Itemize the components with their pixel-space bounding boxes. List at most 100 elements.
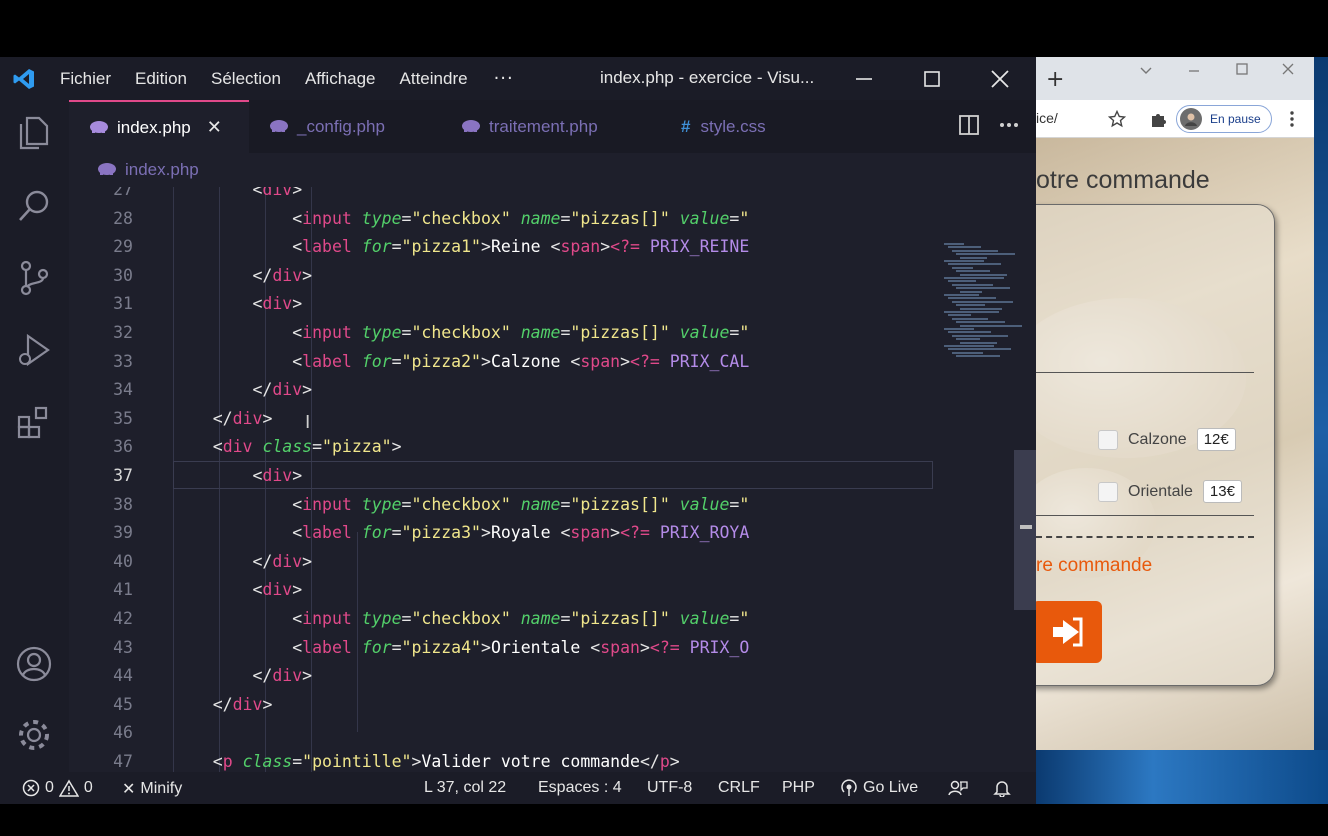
notifications-bell-icon[interactable] (993, 779, 1011, 797)
code-line[interactable]: 31 <div> (69, 290, 933, 319)
tab-search-chevron-icon[interactable] (1140, 63, 1152, 79)
tab-config-php[interactable]: _config.php (249, 100, 441, 153)
line-number: 45 (113, 694, 133, 714)
encoding-status[interactable]: UTF-8 (647, 779, 692, 797)
browser-minimize-icon[interactable] (1188, 63, 1200, 79)
editor-actions (958, 114, 1020, 136)
line-number: 30 (113, 265, 133, 285)
code-line[interactable]: 39 <label for="pizza3">Royale <span><?= … (69, 519, 933, 548)
minimap-line (948, 280, 976, 283)
code-text: </div> (252, 666, 313, 686)
code-line[interactable]: 32 <input type="checkbox" name="pizzas[]… (69, 319, 933, 348)
code-line[interactable]: 27 <div> (69, 187, 933, 205)
search-icon[interactable] (14, 186, 54, 226)
tab-label: traitement.php (489, 116, 598, 136)
line-number: 39 (113, 523, 133, 543)
new-tab-icon[interactable]: + (1046, 67, 1064, 92)
maximize-button[interactable] (900, 57, 964, 100)
php-elephant-icon (269, 117, 289, 137)
minimap-line (956, 355, 1000, 358)
menu-fichier[interactable]: Fichier (48, 69, 123, 89)
code-line[interactable]: 28 <input type="checkbox" name="pizzas[]… (69, 205, 933, 234)
code-line[interactable]: 34 </div> (69, 376, 933, 405)
line-number: 28 (113, 208, 133, 228)
tab-traitement-php[interactable]: traitement.php (441, 100, 661, 153)
browser-maximize-icon[interactable] (1236, 63, 1248, 79)
close-tab-icon[interactable]: ✕ (207, 117, 222, 138)
code-line[interactable]: 36 <div class="pizza"> (69, 433, 933, 462)
explorer-icon[interactable] (14, 112, 54, 152)
browser-menu-icon[interactable] (1288, 110, 1296, 128)
code-text: </div> (252, 265, 313, 285)
submit-order-button[interactable] (1036, 601, 1102, 663)
minimap-line (956, 287, 1010, 290)
code-line[interactable]: 33 <label for="pizza2">Calzone <span><?=… (69, 348, 933, 377)
browser-close-icon[interactable] (1282, 63, 1294, 79)
profile-paused-button[interactable]: En pause (1176, 105, 1272, 133)
tab-index-php[interactable]: index.php ✕ (69, 100, 249, 153)
code-line[interactable]: 41 <div> (69, 576, 933, 605)
code-line[interactable]: 44 </div> (69, 662, 933, 691)
code-line[interactable]: 37 <div> (69, 462, 933, 491)
calzone-checkbox[interactable] (1098, 429, 1118, 450)
cursor-position[interactable]: L 37, col 22 (424, 779, 506, 797)
menu-more-button[interactable]: ··· (480, 68, 528, 89)
code-text: <div> (252, 466, 303, 485)
code-line[interactable]: 42 <input type="checkbox" name="pizzas[]… (69, 605, 933, 634)
more-actions-icon[interactable] (998, 114, 1020, 136)
language-status[interactable]: PHP (782, 779, 815, 797)
go-live-button[interactable]: Go Live (840, 779, 918, 797)
breadcrumb[interactable]: index.php (69, 153, 1036, 187)
menu-atteindre[interactable]: Atteindre (388, 69, 480, 89)
code-line[interactable]: 47 <p class="pointille">Valider votre co… (69, 748, 933, 772)
code-text: <label for="pizza2">Calzone <span><?= PR… (292, 351, 750, 371)
run-debug-icon[interactable] (14, 330, 54, 370)
mouse-ibeam-cursor: I (305, 412, 311, 433)
code-text: </div> (212, 408, 273, 428)
scrollbar-position-marker (1020, 525, 1032, 529)
problems-status[interactable]: 0 0 (22, 779, 93, 797)
php-elephant-icon (461, 117, 481, 137)
address-bar[interactable]: ice/ (1036, 110, 1058, 126)
menu-edition[interactable]: Edition (123, 69, 199, 89)
pizza-option-orientale: Orientale 13€ (1098, 480, 1242, 503)
code-line[interactable]: 38 <input type="checkbox" name="pizzas[]… (69, 491, 933, 520)
account-icon[interactable] (14, 644, 54, 684)
minimap-line (952, 334, 1008, 337)
minimap[interactable] (940, 243, 1022, 363)
code-editor[interactable]: 27 <div> 28 <input type="checkbox" name="… (69, 187, 933, 772)
feedback-icon[interactable] (948, 779, 968, 797)
tab-style-css[interactable]: # style.css (661, 100, 841, 153)
editor-scrollbar[interactable] (1014, 450, 1036, 610)
code-line[interactable]: 29 <label for="pizza1">Reine <span><?= P… (69, 233, 933, 262)
status-bar: 0 0 ✕ Minify L 37, col 22 Espaces : 4 UT… (0, 772, 1036, 804)
form-title: otre commande (1036, 166, 1210, 194)
line-number: 29 (113, 237, 133, 257)
minimize-button[interactable] (832, 57, 896, 100)
minimap-line (948, 246, 981, 249)
code-text: </div> (252, 551, 313, 571)
code-line[interactable]: 46 (69, 719, 933, 748)
indentation-status[interactable]: Espaces : 4 (538, 779, 622, 797)
split-editor-icon[interactable] (958, 114, 980, 136)
close-window-button[interactable] (968, 57, 1032, 100)
code-line[interactable]: 43 <label for="pizza4">Orientale <span><… (69, 634, 933, 663)
code-text: <input type="checkbox" name="pizzas[]" v… (292, 609, 750, 628)
line-number: 40 (113, 551, 133, 571)
orientale-checkbox[interactable] (1098, 481, 1118, 502)
settings-gear-icon[interactable] (14, 715, 54, 755)
code-line[interactable]: 35 </div> (69, 405, 933, 434)
source-control-icon[interactable] (14, 258, 54, 298)
minimap-line (944, 328, 974, 330)
code-line[interactable]: 45 </div> (69, 691, 933, 720)
menu-selection[interactable]: Sélection (199, 69, 293, 89)
eol-status[interactable]: CRLF (718, 779, 760, 797)
code-line[interactable]: 40 </div> (69, 548, 933, 577)
code-line[interactable]: 30 </div> (69, 262, 933, 291)
minimap-line (956, 321, 1005, 324)
extensions-puzzle-icon[interactable] (1149, 110, 1167, 128)
bookmark-star-icon[interactable] (1108, 110, 1126, 128)
extensions-icon[interactable] (14, 402, 54, 442)
minify-status[interactable]: ✕ Minify (122, 779, 182, 799)
menu-affichage[interactable]: Affichage (293, 69, 388, 89)
